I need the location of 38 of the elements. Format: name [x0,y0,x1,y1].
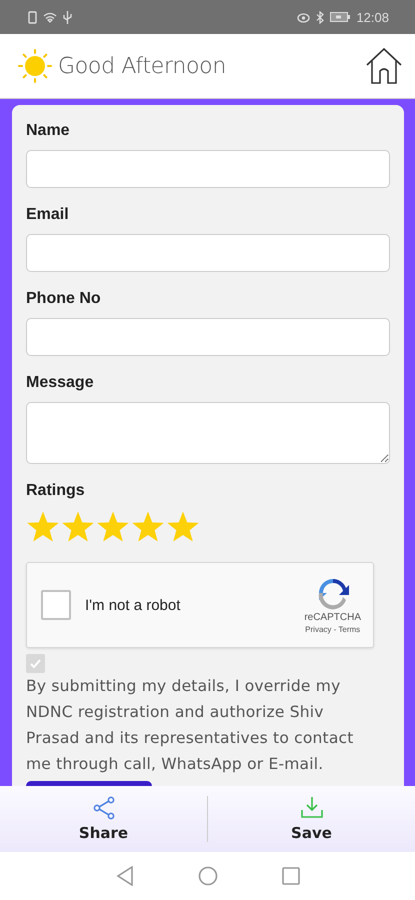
sun-icon [18,49,52,83]
download-icon [300,796,324,820]
input-field[interactable] [26,318,390,356]
wifi-icon [43,12,57,22]
star-icon[interactable] [61,510,95,544]
save-button[interactable]: Save [208,796,415,842]
share-icon [92,796,116,820]
greeting-text: Good Afternoon [58,54,226,78]
privacy-terms-link[interactable]: Privacy - Terms [305,625,360,634]
submit-button[interactable] [26,781,152,786]
checkbox[interactable] [41,590,71,620]
consent-text: By submitting my details, I override my NDNC registration and authorize Shiv Prasad and its representatives to contact me through call, WhatsApp or E-mail. [26,676,355,775]
eye-icon [297,12,310,22]
field-label: Message [26,374,95,392]
field-label: Name [26,122,71,140]
star-icon[interactable] [166,510,200,544]
recaptcha-text: reCAPTCHA [304,612,361,623]
input-field[interactable] [26,150,390,188]
field-label: Email [26,206,70,224]
battery-icon [330,12,350,22]
recents-icon[interactable] [282,867,300,885]
share-button[interactable]: Share [0,796,207,842]
home-icon[interactable] [365,47,403,85]
star-icon[interactable] [96,510,130,544]
star-icon[interactable] [131,510,165,544]
usb-icon [63,10,72,24]
field-label: Phone No [26,290,102,308]
captcha-label: I'm not a robot [85,596,182,614]
check-icon [29,657,42,670]
bluetooth-icon [316,10,324,24]
home-circle-icon[interactable] [198,866,218,886]
clock-time: 12:08 [356,10,389,24]
ratings-label: Ratings [26,482,86,500]
message-field[interactable] [26,402,390,464]
input-field[interactable] [26,234,390,272]
back-icon[interactable] [116,866,134,886]
star-icon[interactable] [26,510,60,544]
sim-icon [28,10,37,24]
